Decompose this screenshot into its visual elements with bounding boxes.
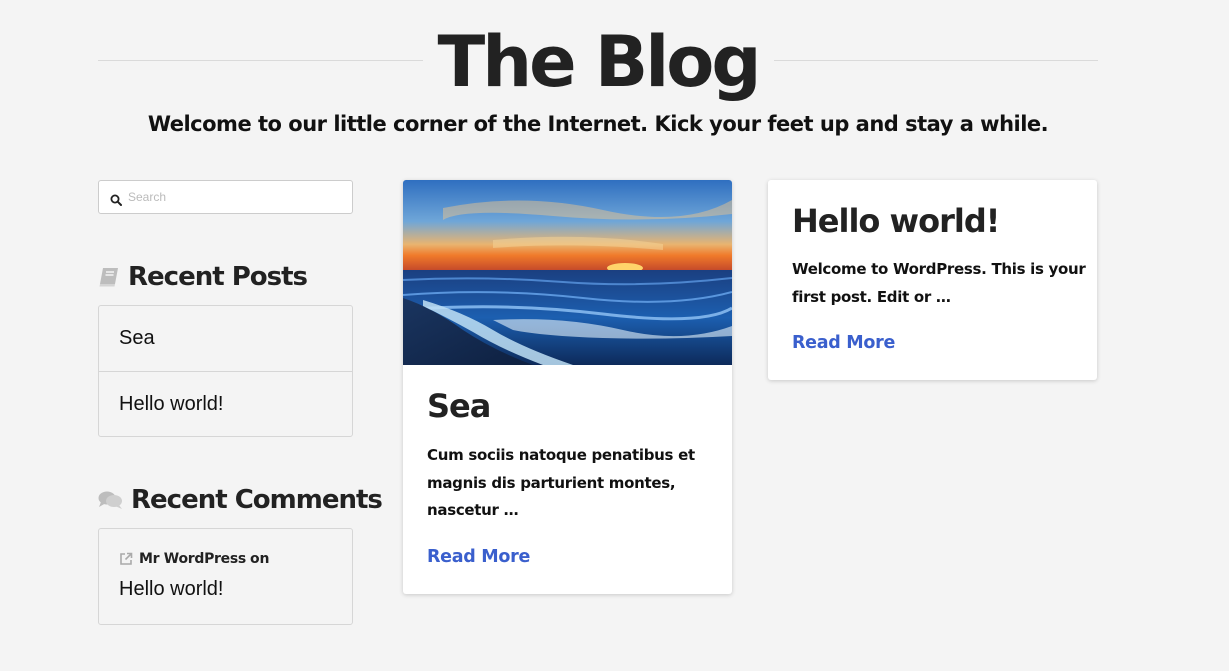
post-card: Sea Cum sociis natoque penatibus et magn…: [403, 180, 732, 594]
recent-comments-title: Recent Comments: [131, 485, 383, 515]
post-excerpt-line: Welcome to WordPress. This is your: [792, 260, 1086, 278]
post-excerpt: Cum sociis natoque penatibus et magnis d…: [427, 442, 695, 525]
recent-posts-title: Recent Posts: [128, 262, 308, 292]
search-box[interactable]: [98, 180, 353, 214]
search-icon: [110, 191, 122, 206]
post-excerpt-line: magnis dis parturient montes,: [427, 473, 676, 492]
comment-author[interactable]: Mr WordPress: [139, 551, 246, 567]
read-more-link[interactable]: Read More: [427, 547, 530, 567]
post-title[interactable]: Hello world!: [792, 202, 1000, 240]
external-link-icon: [119, 552, 133, 566]
post-excerpt-line: first post. Edit or …: [792, 287, 951, 306]
recent-comments-heading: Recent Comments: [98, 485, 383, 515]
read-more-link[interactable]: Read More: [792, 333, 895, 353]
post-excerpt-line: nascetur …: [427, 501, 519, 519]
recent-comments-list: Mr WordPress on Hello world!: [98, 528, 353, 625]
comment-on-text: on: [249, 551, 270, 567]
site-tagline: Welcome to our little corner of the Inte…: [147, 112, 1049, 136]
comment-post-link[interactable]: Hello world!: [119, 578, 223, 601]
recent-posts-list: Sea Hello world!: [98, 305, 353, 437]
post-featured-image[interactable]: [403, 180, 732, 365]
book-icon: [98, 266, 120, 288]
search-input[interactable]: [128, 185, 343, 209]
recent-posts-heading: Recent Posts: [98, 262, 308, 292]
comments-icon: [98, 490, 123, 510]
recent-post-link[interactable]: Hello world!: [99, 371, 352, 436]
post-title[interactable]: Sea: [427, 387, 491, 425]
recent-post-link[interactable]: Sea: [99, 306, 352, 371]
post-excerpt: Welcome to WordPress. This is your first…: [792, 256, 1086, 311]
site-header: The Blog Welcome to our little corner of…: [98, 20, 1098, 140]
post-card: Hello world! Welcome to WordPress. This …: [768, 180, 1097, 380]
comment-meta: Mr WordPress on: [119, 551, 270, 567]
post-excerpt-line: Cum sociis natoque penatibus et: [427, 446, 695, 464]
site-title[interactable]: The Blog: [98, 20, 1098, 104]
